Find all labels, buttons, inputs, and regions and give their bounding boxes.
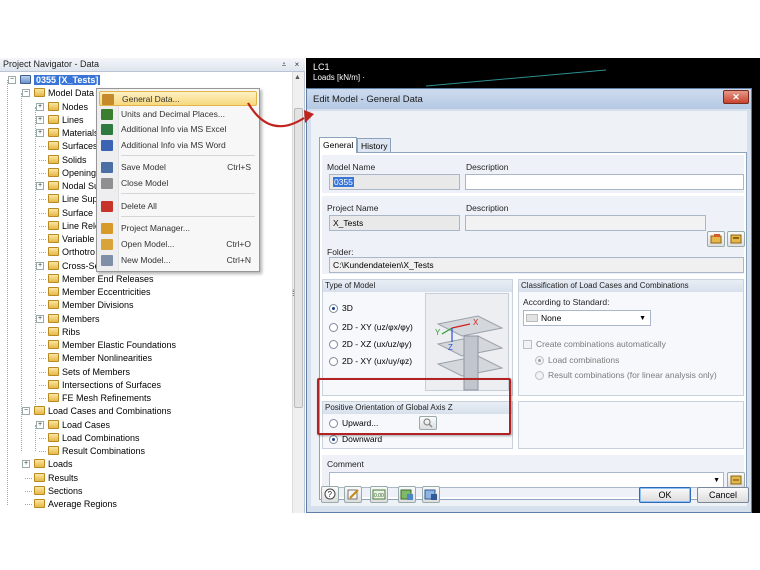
callout-arrow [247, 102, 314, 128]
tab-general[interactable]: General [319, 137, 358, 153]
